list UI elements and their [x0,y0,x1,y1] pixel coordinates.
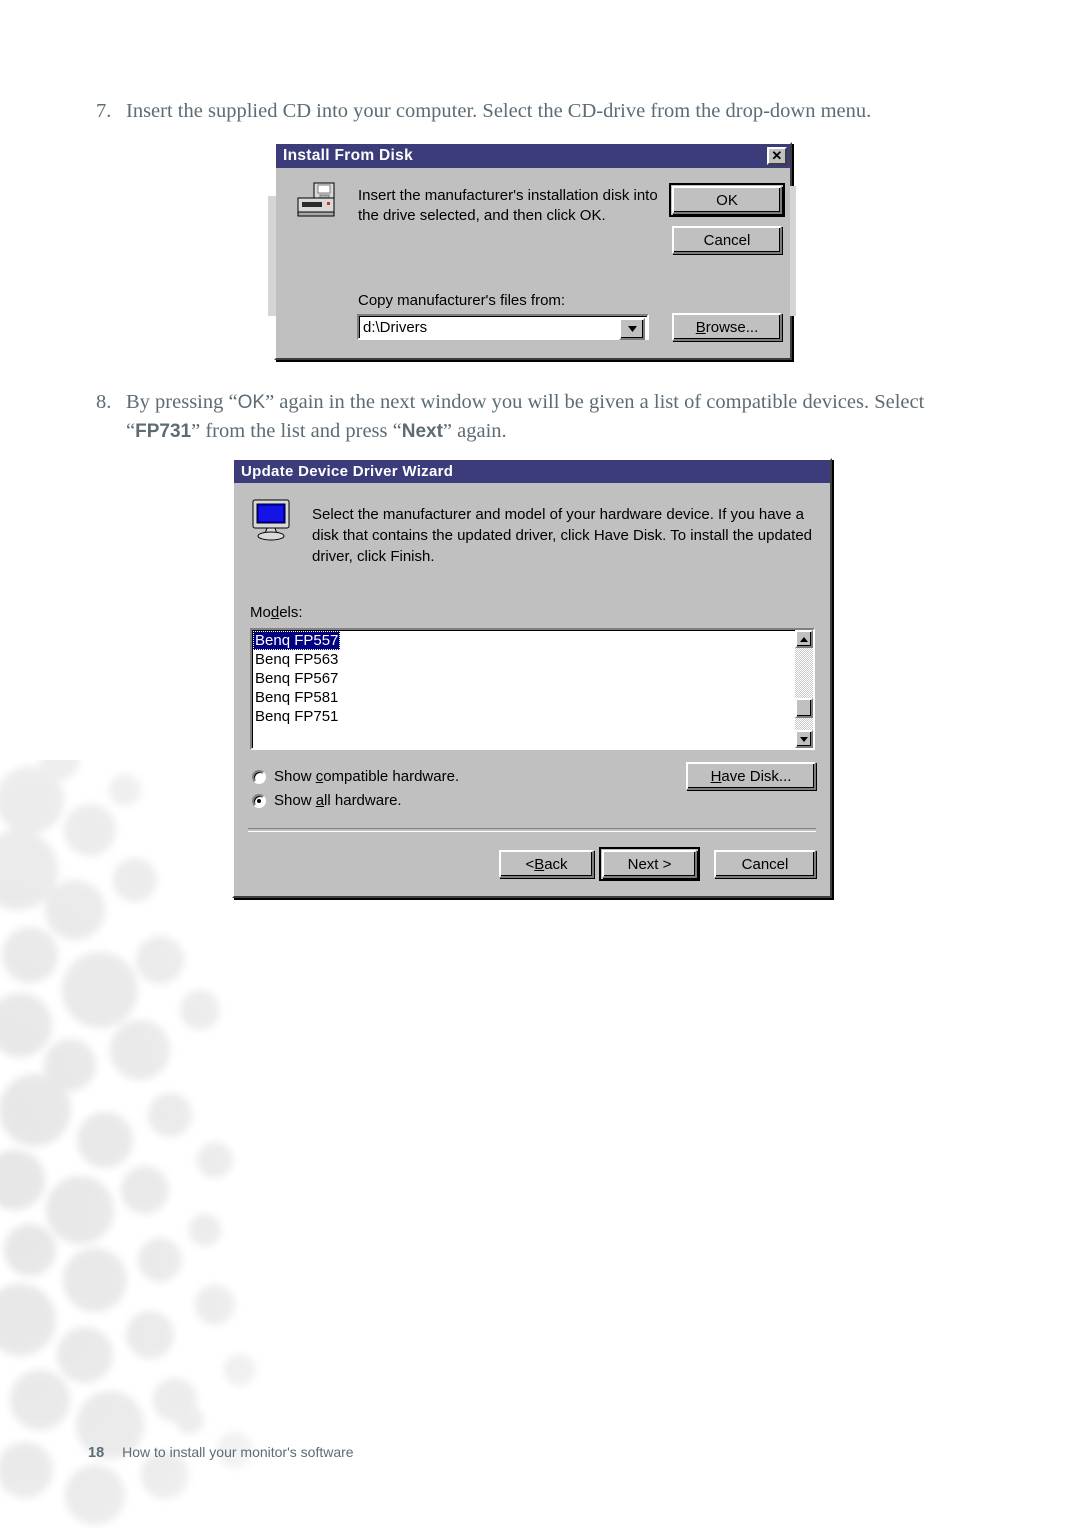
chevron-down-icon[interactable] [619,318,645,340]
radio-show-all-hardware[interactable]: Show all hardware. [252,792,402,809]
background-window-edge-right [790,186,796,316]
models-accel: d [270,604,280,621]
step-8-part3: ” from the list and press “ [191,420,402,442]
model-label: Benq FP563 [255,651,339,668]
list-item[interactable]: Benq FP581 [253,688,795,707]
model-label: Benq FP557 [253,631,341,650]
wizard-cancel-button[interactable]: Cancel [714,850,816,878]
step-8-next: Next [401,421,443,442]
models-listbox[interactable]: Benq FP557 Benq FP563 Benq FP567 Benq FP… [250,628,815,750]
install-dialog-title: Install From Disk [283,147,413,164]
copy-from-label: Copy manufacturer's files from: [358,292,566,309]
update-device-driver-wizard-dialog: Update Device Driver Wizard Select the m… [232,458,832,898]
step-8-text: By pressing “OK” again in the next windo… [126,388,964,446]
divider [248,828,816,832]
background-window-edge [268,196,276,316]
wizard-dialog-titlebar: Update Device Driver Wizard [234,460,830,483]
list-item[interactable]: Benq FP567 [253,669,795,688]
close-icon[interactable]: ✕ [767,147,787,165]
wizard-description: Select the manufacturer and model of you… [312,506,813,565]
step-8-number: 8. [96,391,112,413]
browse-accel: B [695,318,706,336]
install-dialog-titlebar: Install From Disk ✕ [276,144,790,168]
monitor-icon [250,498,296,547]
radio-all-label: Show all hardware. [274,792,402,809]
ok-button[interactable]: OK [669,183,785,217]
step-7-text: Insert the supplied CD into your compute… [126,100,872,122]
model-label: Benq FP581 [255,689,339,706]
install-from-disk-dialog: Install From Disk ✕ Insert the manufactu… [274,142,792,360]
install-dialog-description: Insert the manufacturer's installation d… [358,187,658,224]
back-suffix: ack [544,855,568,873]
step-7: 7. Insert the supplied CD into your comp… [96,97,871,126]
have-disk-label-rest: ave Disk... [721,767,792,785]
back-button[interactable]: < Back [499,850,594,878]
models-scrollbar[interactable] [795,630,813,748]
cancel-button[interactable]: Cancel [672,226,782,254]
browse-button[interactable]: Browse... [672,313,782,341]
page-footer: 18 How to install your monitor's softwar… [88,1444,354,1461]
next-button[interactable]: Next > [599,847,700,881]
have-disk-accel: H [710,767,722,785]
floppy-drive-icon [296,182,338,225]
step-8-ok: OK [237,392,266,413]
step-7-number: 7. [96,100,112,122]
step-8-part1: By pressing “ [126,391,238,413]
radio-icon-selected[interactable] [252,793,266,808]
scroll-up-icon[interactable] [795,630,813,648]
step-8-model: FP731 [135,421,192,442]
back-accel: B [534,855,545,873]
path-combobox[interactable]: d:\Drivers [357,314,649,340]
model-label: Benq FP567 [255,670,339,687]
footer-title: How to install your monitor's software [122,1444,354,1460]
have-disk-button[interactable]: Have Disk... [686,762,816,790]
models-label: Models: [250,604,303,621]
path-value: d:\Drivers [363,319,428,336]
step-8: 8. By pressing “OK” again in the next wi… [96,388,964,446]
scroll-down-icon[interactable] [795,730,813,748]
list-item[interactable]: Benq FP563 [253,650,795,669]
page-number: 18 [88,1445,105,1461]
back-prefix: < [525,855,535,873]
browse-label-rest: rowse... [705,318,759,336]
model-label: Benq FP751 [255,708,339,725]
scrollbar-thumb[interactable] [795,698,813,718]
step-8-part4: ” again. [442,420,507,442]
wizard-dialog-title: Update Device Driver Wizard [241,463,454,480]
radio-show-compatible-hardware[interactable]: Show compatible hardware. [252,768,459,785]
radio-icon[interactable] [252,769,266,784]
radio-compatible-label: Show compatible hardware. [274,768,460,785]
list-item[interactable]: Benq FP751 [253,707,795,726]
list-item[interactable]: Benq FP557 [253,631,795,650]
models-list-items: Benq FP557 Benq FP563 Benq FP567 Benq FP… [252,630,795,748]
